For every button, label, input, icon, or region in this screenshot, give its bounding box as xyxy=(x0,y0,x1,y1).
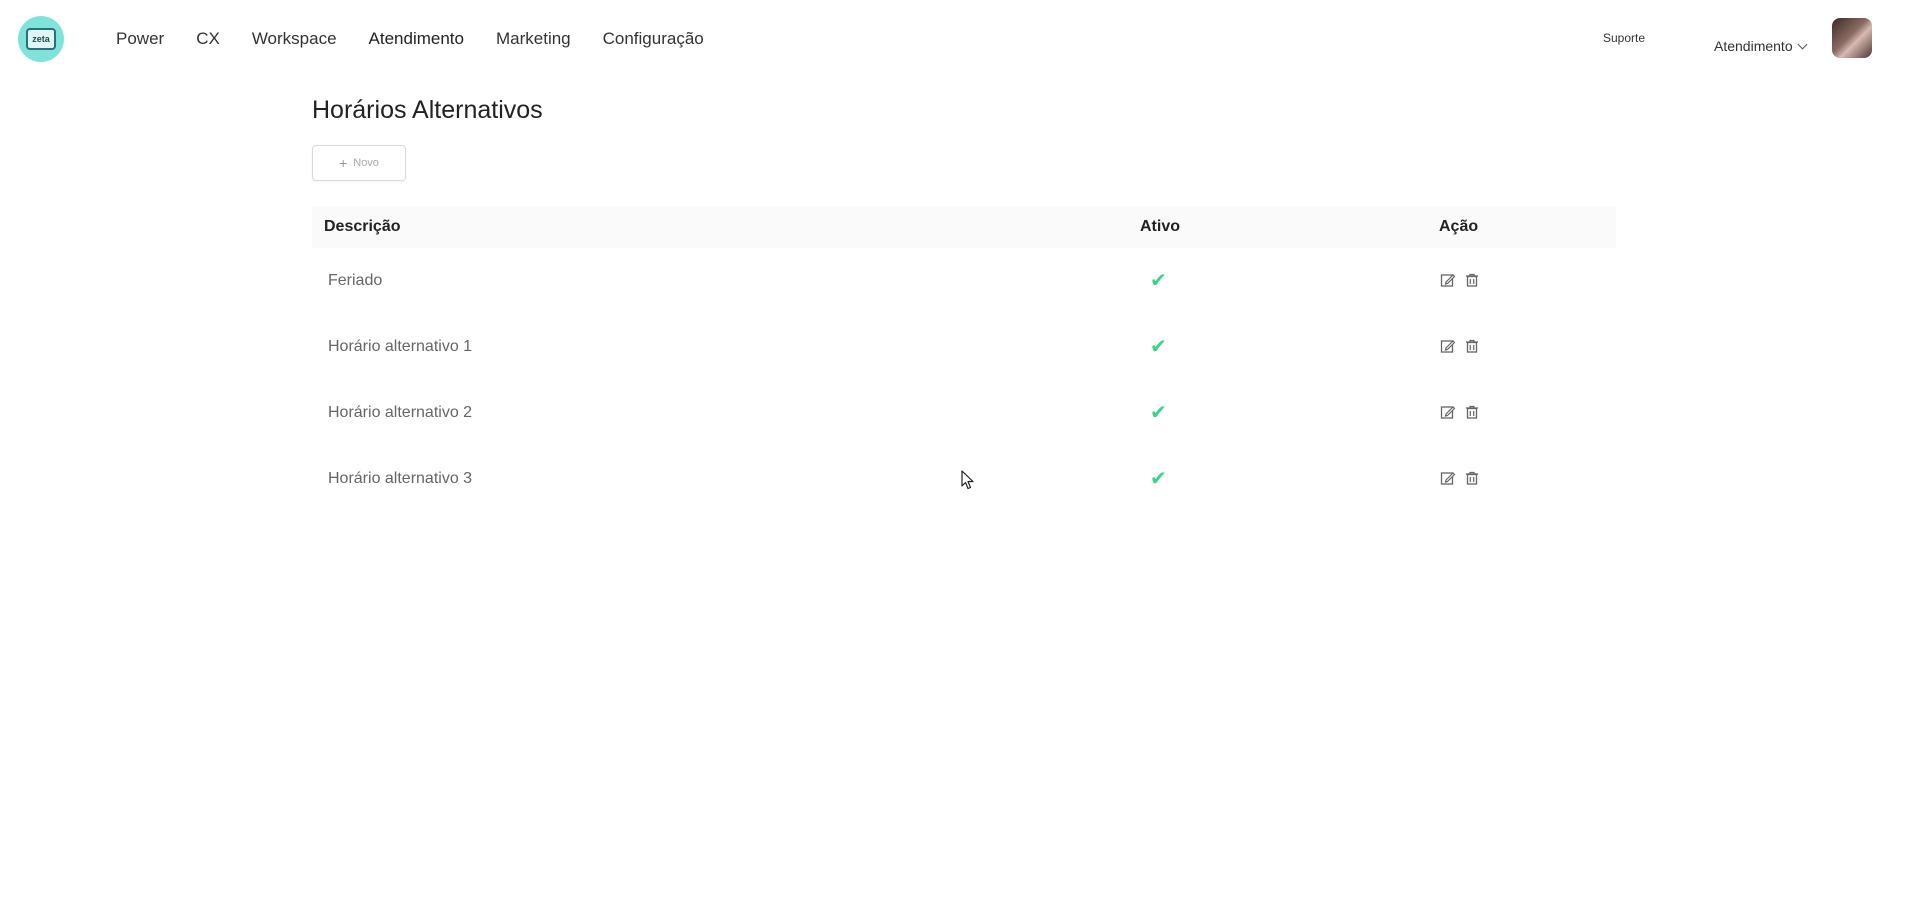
nav-item-workspace[interactable]: Workspace xyxy=(236,28,353,50)
nav-item-marketing[interactable]: Marketing xyxy=(480,28,587,50)
row-description: Feriado xyxy=(328,272,383,289)
nav-item-power[interactable]: Power xyxy=(116,28,180,50)
logo-mark: zeta xyxy=(26,28,56,50)
check-icon: ✔ xyxy=(1150,270,1167,292)
table-row: Horário alternativo 1 ✔ xyxy=(312,314,1616,380)
trash-icon[interactable] xyxy=(1464,338,1480,354)
row-description: Horário alternativo 3 xyxy=(328,470,473,487)
edit-icon[interactable] xyxy=(1440,272,1456,288)
org-switcher[interactable]: Atendimento xyxy=(1714,30,1808,54)
row-description: Horário alternativo 2 xyxy=(328,404,473,421)
chevron-down-icon xyxy=(1797,39,1808,49)
row-actions xyxy=(1440,470,1480,486)
table-row: Horário alternativo 2 ✔ xyxy=(312,380,1616,446)
row-actions xyxy=(1440,404,1480,420)
org-name: Atendimento xyxy=(1714,38,1808,54)
nav-item-configuracao[interactable]: Configuração xyxy=(587,28,720,50)
check-icon: ✔ xyxy=(1150,336,1167,358)
org-switcher-caption xyxy=(1714,30,1806,38)
new-button[interactable]: + Novo xyxy=(312,145,406,181)
support-link[interactable]: Suporte xyxy=(1603,31,1645,45)
table-header: Descrição Ativo Ação xyxy=(312,206,1616,248)
row-actions xyxy=(1440,338,1480,354)
new-button-label: Novo xyxy=(353,157,379,169)
edit-icon[interactable] xyxy=(1440,404,1456,420)
main-nav: Power CX Workspace Atendimento Marketing… xyxy=(116,28,720,50)
column-header-active[interactable]: Ativo xyxy=(1140,218,1180,236)
top-navigation-bar: zeta Power CX Workspace Atendimento Mark… xyxy=(0,0,1920,78)
schedules-table: Descrição Ativo Ação Feriado ✔ Horário a… xyxy=(312,206,1616,512)
nav-item-atendimento[interactable]: Atendimento xyxy=(353,28,480,50)
app-logo[interactable]: zeta xyxy=(18,16,64,62)
column-header-action: Ação xyxy=(1439,218,1479,235)
column-header-description[interactable]: Descrição xyxy=(324,218,401,236)
check-icon: ✔ xyxy=(1150,402,1167,424)
trash-icon[interactable] xyxy=(1464,470,1480,486)
check-icon: ✔ xyxy=(1150,468,1167,490)
page-title: Horários Alternativos xyxy=(312,96,543,124)
plus-icon: + xyxy=(339,155,348,171)
org-name-label: Atendimento xyxy=(1714,38,1793,54)
row-description: Horário alternativo 1 xyxy=(328,338,473,355)
nav-item-cx[interactable]: CX xyxy=(180,28,236,50)
trash-icon[interactable] xyxy=(1464,404,1480,420)
row-actions xyxy=(1440,272,1480,288)
edit-icon[interactable] xyxy=(1440,338,1456,354)
user-avatar[interactable] xyxy=(1832,18,1872,58)
trash-icon[interactable] xyxy=(1464,272,1480,288)
table-row: Feriado ✔ xyxy=(312,248,1616,314)
edit-icon[interactable] xyxy=(1440,470,1456,486)
mouse-cursor xyxy=(961,470,974,490)
